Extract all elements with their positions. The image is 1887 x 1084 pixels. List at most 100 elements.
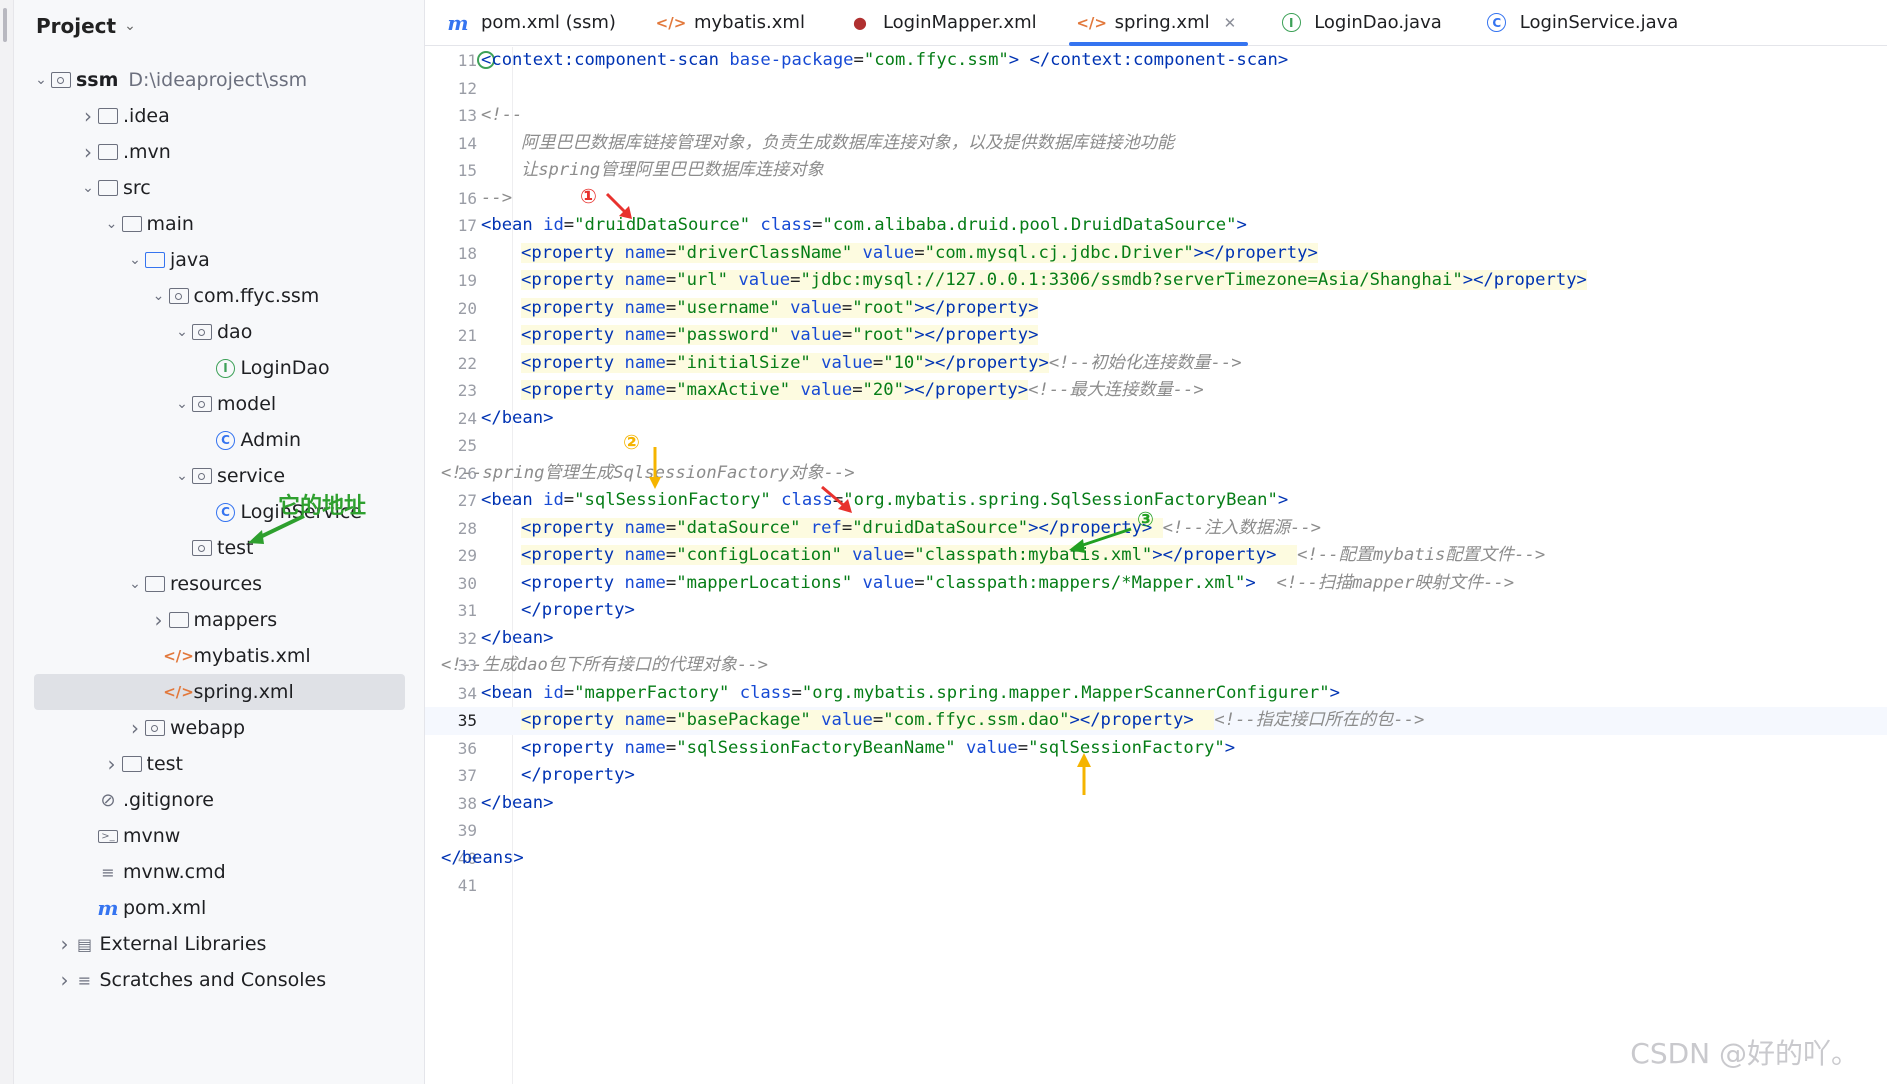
code-line-41[interactable]: 41	[425, 872, 1887, 900]
web-folder-icon	[144, 718, 166, 738]
code-line-23[interactable]: 23 <property name="maxActive" value="20">…	[425, 377, 1887, 405]
tree-item-mvnw[interactable]: >_ mvnw	[14, 818, 425, 854]
tree-item-webapp[interactable]: › webapp	[14, 710, 425, 746]
tree-item-admin[interactable]: C Admin	[14, 422, 425, 458]
code-text: <property name="basePackage" value="com.…	[521, 707, 1424, 735]
chevron-down-icon[interactable]: ⌄	[124, 18, 136, 34]
code-line-28[interactable]: 28 <property name="dataSource" ref="druid…	[425, 515, 1887, 543]
chevron-right-icon[interactable]: ›	[126, 716, 144, 740]
code-token: </property>	[521, 600, 635, 620]
tree-item-test[interactable]: › test	[14, 746, 425, 782]
code-token: value	[852, 545, 904, 565]
tree-item-label: main	[146, 213, 194, 235]
code-editor[interactable]: 11 <context:component-scan base-package="…	[425, 47, 1887, 1084]
code-line-13[interactable]: 13 <!--	[425, 102, 1887, 130]
code-token: <!--最大连接数量-->	[1028, 380, 1204, 400]
tree-item-src[interactable]: ⌄ src	[14, 170, 425, 206]
chevron-down-icon[interactable]: ⌄	[173, 468, 191, 484]
tab-loginservice-java[interactable]: C LoginService.java	[1464, 0, 1701, 46]
code-line-36[interactable]: 36 <property name="sqlSessionFactoryBeanN…	[425, 735, 1887, 763]
code-line-22[interactable]: 22 <property name="initialSize" value="10…	[425, 350, 1887, 378]
code-line-21[interactable]: 21 <property name="password" value="root"…	[425, 322, 1887, 350]
chevron-right-icon[interactable]: ›	[56, 968, 74, 992]
tree-item-mvn[interactable]: › .mvn	[14, 134, 425, 170]
ide-window: Project ⌄ ⌄ ssm D:\ideaproject\ssm › .idea ›.…	[0, 0, 1887, 1084]
tab-loginmapper-xml[interactable]: ● LoginMapper.xml	[827, 0, 1059, 46]
code-line-38[interactable]: 38 </bean>	[425, 790, 1887, 818]
chevron-down-icon[interactable]: ⌄	[126, 252, 144, 268]
tree-item-resources[interactable]: ⌄ resources	[14, 566, 425, 602]
tree-item-pom-xml[interactable]: m pom.xml	[14, 890, 425, 926]
code-line-29[interactable]: 29 <property name="configLocation" value=…	[425, 542, 1887, 570]
code-line-14[interactable]: 14 阿里巴巴数据库链接管理对象，负责生成数据库连接对象，以及提供数据库链接池功能	[425, 130, 1887, 158]
tree-item-java[interactable]: ⌄ java	[14, 242, 425, 278]
tree-item-com-ffyc-ssm[interactable]: ⌄ com.ffyc.ssm	[14, 278, 425, 314]
tree-item-spring-xml[interactable]: </> spring.xml	[34, 674, 405, 710]
code-line-33[interactable]: 33 <!--生成dao包下所有接口的代理对象-->	[425, 652, 1887, 680]
code-line-25[interactable]: 25	[425, 432, 1887, 460]
code-token: ></property>	[914, 297, 1039, 318]
tree-item-mappers[interactable]: › mappers	[14, 602, 425, 638]
code-token: "org.mybatis.spring.SqlSessionFactoryBea…	[843, 490, 1278, 510]
code-token: >	[1245, 572, 1256, 593]
code-line-24[interactable]: 24 </bean>	[425, 405, 1887, 433]
tab-mybatis-xml[interactable]: </> mybatis.xml	[638, 0, 827, 46]
tree-item-root[interactable]: ⌄ ssm D:\ideaproject\ssm	[14, 62, 425, 98]
tree-item-test[interactable]: test	[14, 530, 425, 566]
code-line-39[interactable]: 39	[425, 817, 1887, 845]
code-text: <context:component-scan base-package="co…	[481, 47, 1288, 75]
code-line-35[interactable]: 35 <property name="basePackage" value="co…	[425, 707, 1887, 735]
maven-file-icon: m	[447, 10, 469, 35]
tree-item-scratches-and-consoles[interactable]: › ≡ Scratches and Consoles	[14, 962, 425, 998]
code-line-32[interactable]: 32 </bean>	[425, 625, 1887, 653]
tree-item-mvnw-cmd[interactable]: ≡ mvnw.cmd	[14, 854, 425, 890]
tree-item-external-libraries[interactable]: › ▤ External Libraries	[14, 926, 425, 962]
chevron-right-icon[interactable]: ›	[56, 932, 74, 956]
tree-item-label: spring.xml	[193, 681, 294, 703]
code-line-18[interactable]: 18 <property name="driverClassName" value…	[425, 240, 1887, 268]
code-line-40[interactable]: 40 </beans>	[425, 845, 1887, 873]
tree-item-gitignore[interactable]: ⊘ .gitignore	[14, 782, 425, 818]
code-text: <property name="url" value="jdbc:mysql:/…	[521, 267, 1587, 295]
code-line-34[interactable]: 34 <bean id="mapperFactory" class="org.my…	[425, 680, 1887, 708]
chevron-right-icon[interactable]: ›	[79, 140, 97, 164]
code-line-19[interactable]: 19 <property name="url" value="jdbc:mysql…	[425, 267, 1887, 295]
code-line-37[interactable]: 37 </property>	[425, 762, 1887, 790]
chevron-down-icon[interactable]: ⌄	[173, 396, 191, 412]
code-line-12[interactable]: 12	[425, 75, 1887, 103]
tree-item-logindao[interactable]: I LoginDao	[14, 350, 425, 386]
code-line-16[interactable]: 16 -->	[425, 185, 1887, 213]
chevron-down-icon[interactable]: ⌄	[103, 216, 121, 232]
tree-item-model[interactable]: ⌄ model	[14, 386, 425, 422]
code-line-30[interactable]: 30 <property name="mapperLocations" value…	[425, 570, 1887, 598]
tree-item-idea[interactable]: › .idea	[14, 98, 425, 134]
tree-item-mybatis-xml[interactable]: </> mybatis.xml	[14, 638, 425, 674]
chevron-down-icon[interactable]: ⌄	[150, 288, 168, 304]
chevron-right-icon[interactable]: ›	[103, 752, 121, 776]
chevron-down-icon[interactable]: ⌄	[32, 72, 50, 88]
chevron-right-icon[interactable]: ›	[79, 104, 97, 128]
code-line-15[interactable]: 15 让spring管理阿里巴巴数据库连接对象	[425, 157, 1887, 185]
code-line-17[interactable]: 17 <bean id="druidDataSource" class="com.…	[425, 212, 1887, 240]
chevron-right-icon[interactable]: ›	[150, 608, 168, 632]
chevron-down-icon[interactable]: ⌄	[79, 180, 97, 196]
chevron-down-icon[interactable]: ⌄	[173, 324, 191, 340]
code-line-20[interactable]: 20 <property name="username" value="root"…	[425, 295, 1887, 323]
tree-item-main[interactable]: ⌄ main	[14, 206, 425, 242]
mybatis-file-icon: ●	[852, 13, 867, 32]
code-line-31[interactable]: 31 </property>	[425, 597, 1887, 625]
text-file-icon: ≡	[101, 862, 115, 882]
tab-spring-xml[interactable]: </> spring.xml ✕	[1059, 0, 1259, 46]
tree-item-dao[interactable]: ⌄ dao	[14, 314, 425, 350]
code-token: name	[624, 352, 666, 373]
code-token: =	[841, 517, 853, 538]
code-token: =	[665, 572, 677, 593]
code-line-26[interactable]: 26 <!--spring管理生成SqlsessionFactory对象-->	[425, 460, 1887, 488]
project-panel-header[interactable]: Project ⌄	[36, 12, 136, 40]
tab-pom-xml-ssm[interactable]: m pom.xml (ssm)	[425, 0, 638, 46]
code-line-27[interactable]: 27<bean id="sqlSessionFactory" class="or…	[425, 487, 1887, 515]
code-line-11[interactable]: 11 <context:component-scan base-package="…	[425, 47, 1887, 75]
tab-logindao-java[interactable]: I LoginDao.java	[1258, 0, 1464, 46]
chevron-down-icon[interactable]: ⌄	[126, 576, 144, 592]
close-tab-icon[interactable]: ✕	[1224, 14, 1237, 32]
